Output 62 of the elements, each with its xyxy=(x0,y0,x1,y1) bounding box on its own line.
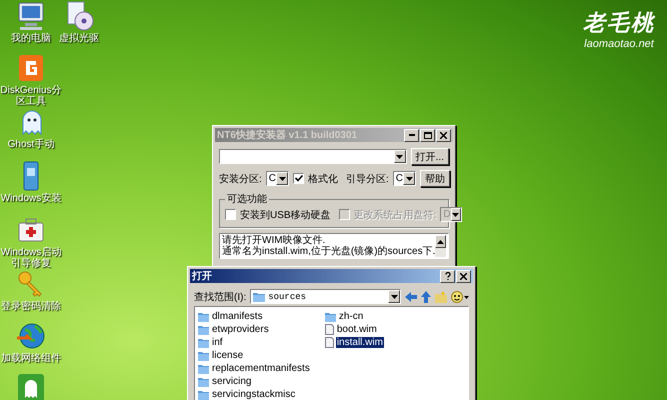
format-label: 格式化 xyxy=(308,172,338,186)
logo-text: 老毛桃 xyxy=(583,9,655,38)
file-item[interactable]: license xyxy=(211,350,244,361)
smiley-menu-icon[interactable] xyxy=(451,290,469,302)
question-mark-icon xyxy=(444,272,450,280)
back-arrow-icon[interactable] xyxy=(405,292,417,302)
logo-url: laomaotao.net xyxy=(584,38,654,50)
file-item[interactable]: zh-cn xyxy=(338,311,364,322)
folder-icon xyxy=(198,390,209,400)
file-icon xyxy=(324,324,334,335)
folder-icon xyxy=(198,312,209,322)
image-path-combo[interactable] xyxy=(219,149,407,164)
minimize-icon xyxy=(408,134,414,136)
file-item[interactable]: inf xyxy=(211,337,224,348)
drive-letter-option-label: 更改系统占用盘符: xyxy=(354,208,436,222)
group-title: 可选功能 xyxy=(226,192,268,206)
help-button[interactable]: 帮助 xyxy=(420,170,450,187)
minimize-button[interactable] xyxy=(404,128,419,142)
close-button[interactable] xyxy=(436,128,451,142)
file-item[interactable]: etwproviders xyxy=(211,324,270,335)
message-line: 通常名为install.wim,位于光盘(镜像)的sources下. xyxy=(222,246,436,257)
folder-icon xyxy=(198,376,209,386)
install-partition-label: 安装分区: xyxy=(219,172,262,186)
dropdown-arrow-icon xyxy=(406,176,413,180)
file-item[interactable]: servicingstackmisc xyxy=(211,389,296,400)
dropdown-arrow-icon xyxy=(390,294,398,298)
boot-partition-label: 引导分区: xyxy=(346,172,389,186)
folder-icon xyxy=(198,350,209,360)
window-title: 打开 xyxy=(192,270,212,283)
dropdown-arrow-icon xyxy=(396,154,404,158)
scrollbar[interactable] xyxy=(435,235,446,257)
install-partition-combo[interactable]: C xyxy=(266,171,290,186)
open-button[interactable]: 打开... xyxy=(410,148,449,165)
help-button[interactable] xyxy=(440,270,455,282)
close-button[interactable] xyxy=(456,270,471,282)
maximize-icon xyxy=(424,132,432,138)
close-icon xyxy=(440,132,447,138)
up-arrow-icon[interactable] xyxy=(421,290,431,302)
maximize-button[interactable] xyxy=(420,128,435,142)
file-item[interactable]: replacementmanifests xyxy=(211,363,311,374)
close-icon xyxy=(460,272,467,280)
message-line: 请先打开WIM映像文件. xyxy=(222,235,326,246)
folder-icon xyxy=(198,324,209,334)
scroll-up-arrow-icon xyxy=(437,240,444,244)
checkbox[interactable] xyxy=(225,209,236,220)
window-title: NT6快捷安装器 v1.1 build0301 xyxy=(217,128,358,142)
folder-icon xyxy=(324,312,336,322)
dropdown-arrow-icon xyxy=(452,212,460,216)
file-item[interactable]: boot.wim xyxy=(336,324,378,335)
folder-icon xyxy=(198,338,209,348)
file-item[interactable]: servicing xyxy=(211,376,252,387)
look-in-label: 查找范围(I): xyxy=(194,290,246,304)
dropdown-arrow-icon xyxy=(278,176,286,180)
file-item[interactable]: install.wim xyxy=(336,337,384,348)
folder-icon xyxy=(198,364,209,374)
checkbox[interactable] xyxy=(293,173,304,184)
boot-partition-combo[interactable]: C xyxy=(392,171,416,186)
folder-icon xyxy=(253,292,266,302)
ghost-icon[interactable] xyxy=(15,372,47,400)
look-in-combo[interactable]: sources xyxy=(250,289,401,304)
file-item[interactable]: dlmanifests xyxy=(211,311,264,322)
usb-option-label: 安装到USB移动硬盘 xyxy=(240,208,331,222)
